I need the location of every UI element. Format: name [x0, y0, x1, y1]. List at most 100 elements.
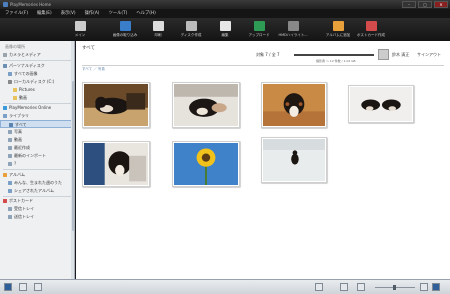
import-icon — [8, 154, 12, 158]
sidebar-item-label: アルバム — [9, 171, 25, 177]
zoom-slider[interactable] — [375, 285, 415, 290]
status-bar — [0, 279, 450, 294]
toolbar-album-add-button[interactable]: アルバムに追加 — [323, 20, 353, 38]
library-icon — [3, 114, 7, 118]
sidebar-item[interactable]: ローカルディスク (C:) — [0, 78, 74, 86]
thumbnail-large-button[interactable] — [420, 283, 428, 291]
sidebar-item[interactable]: すべて — [0, 120, 74, 128]
camera-icon — [3, 53, 7, 57]
sidebar-item[interactable]: ? — [0, 160, 74, 168]
sidebar-item-label: すべての画像 — [14, 70, 38, 76]
toolbar-upload-button[interactable]: アップロード — [244, 20, 274, 38]
minimize-button[interactable]: – — [402, 1, 416, 8]
edit-icon — [219, 21, 231, 31]
sidebar-item[interactable]: すべての画像 — [0, 70, 74, 78]
sidebar-item-label: 写真 — [14, 129, 22, 134]
toolbar-edit-button[interactable]: 編集 — [210, 20, 240, 38]
sidebar-item-label: ライブラリ — [9, 113, 29, 118]
sidebar-item[interactable]: 最近作成 — [0, 144, 74, 152]
sidebar-item[interactable]: ライブラリ — [0, 112, 74, 120]
sidebar-item[interactable]: PlayMemories Online — [0, 104, 74, 112]
view-calendar-button[interactable] — [34, 283, 42, 291]
info-button[interactable] — [357, 283, 365, 291]
sidebar-item[interactable]: 写真 — [0, 128, 74, 136]
print-icon — [152, 21, 164, 31]
toolbar-highlight-button[interactable]: HMDハイライト... — [278, 20, 308, 38]
signout-link[interactable]: サインアウト — [417, 52, 441, 58]
sidebar-item[interactable]: みんな、生まれた週のうた — [0, 179, 74, 187]
photo-thumbnail-7[interactable] — [261, 137, 327, 183]
library-summary: 撮影者 ～ 12 件数 / 1.02 GB — [316, 59, 356, 63]
photo-thumbnail-4[interactable] — [348, 85, 414, 123]
scrollbar-thumb[interactable] — [71, 81, 74, 231]
menu-action[interactable]: 操作(A) — [85, 9, 100, 18]
sidebar-separator — [3, 102, 71, 103]
close-button[interactable]: ✕ — [434, 1, 448, 8]
video-icon — [8, 138, 12, 142]
menu-view[interactable]: 表示(V) — [61, 9, 76, 18]
toolbar-postcard-button[interactable]: ポストカード作成 — [356, 20, 386, 38]
images-icon — [8, 71, 12, 76]
menu-file[interactable]: ファイル(F) — [5, 9, 28, 18]
window-title: PlayMemories Home — [10, 1, 51, 7]
sidebar: 画像の場所 カメラとメディアパーソナルディスク すべての画像ローカルディスク (C… — [0, 41, 75, 279]
photo-icon — [8, 130, 12, 134]
photo-thumbnail-2[interactable] — [172, 82, 240, 128]
pc-icon — [3, 63, 7, 68]
avatar[interactable] — [378, 49, 389, 60]
sidebar-item[interactable]: 動画 — [0, 136, 74, 144]
photo-thumbnail-3[interactable] — [261, 82, 327, 128]
item-count: 対象 7 / 全 7 — [256, 52, 280, 57]
slideshow-button[interactable] — [315, 283, 323, 291]
sidebar-item[interactable]: 受信トレイ — [0, 205, 74, 213]
sidebar-item-label: みんな、生まれた週のうた — [14, 179, 62, 185]
sidebar-heading: 画像の場所 — [5, 44, 25, 49]
sidebar-item-label: PlayMemories Online — [9, 105, 52, 110]
toolbar-main-button[interactable]: メイン — [65, 20, 95, 38]
menu-tools[interactable]: ツール(T) — [108, 9, 127, 18]
sidebar-item[interactable]: シェアされたアルバム — [0, 187, 74, 195]
sidebar-item[interactable]: Pictures — [0, 86, 74, 94]
sidebar-item[interactable]: パーソナルディスク — [0, 62, 74, 70]
sidebar-list: カメラとメディアパーソナルディスク すべての画像ローカルディスク (C:) Pict… — [0, 51, 74, 221]
sidebar-item-label: ? — [14, 161, 17, 166]
toolbar-disc-button[interactable]: ディスク作成 — [176, 20, 206, 38]
sidebar-item[interactable]: 送信トレイ — [0, 213, 74, 221]
breadcrumb[interactable]: すべて ／ 写真 — [82, 67, 105, 72]
sidebar-item[interactable]: ポストカード — [0, 197, 74, 205]
sidebar-separator — [3, 195, 71, 196]
rotate-button[interactable] — [340, 283, 348, 291]
sidebar-scrollbar[interactable] — [71, 41, 74, 279]
sidebar-item[interactable]: 動画 — [0, 94, 74, 102]
view-list-button[interactable] — [19, 283, 27, 291]
photo-thumbnail-5[interactable] — [82, 141, 150, 187]
postcard-icon — [365, 21, 377, 31]
toolbar-print-button[interactable]: 印刷 — [143, 20, 173, 38]
sidebar-item-label: カメラとメディア — [9, 52, 41, 57]
grid-icon — [9, 123, 13, 127]
view-grid-button[interactable] — [4, 283, 12, 291]
album-add-icon — [332, 21, 344, 31]
menu-edit[interactable]: 編集(E) — [37, 9, 52, 18]
inbox-icon — [8, 207, 12, 211]
sidebar-item[interactable]: アルバム — [0, 171, 74, 179]
outbox-icon — [8, 215, 12, 219]
maximize-button[interactable]: ▢ — [418, 1, 432, 8]
toolbar-import-button[interactable]: 画像の取り込み — [110, 20, 140, 38]
album-icon — [8, 180, 12, 185]
zoom-knob[interactable] — [393, 285, 396, 290]
sidebar-item-label: Pictures — [19, 86, 35, 92]
folder-icon — [13, 87, 17, 92]
sidebar-item-label: 動画 — [14, 137, 22, 142]
photo-thumbnail-1[interactable] — [82, 82, 150, 128]
recent-icon — [8, 146, 12, 150]
sidebar-item-label: 最新のインポート — [14, 153, 46, 158]
menu-bar: ファイル(F) 編集(E) 表示(V) 操作(A) ツール(T) ヘルプ(H) — [0, 9, 450, 18]
sidebar-item[interactable]: カメラとメディア — [0, 51, 74, 59]
thumbnail-small-button[interactable] — [432, 283, 440, 291]
timeline-slider[interactable] — [294, 54, 374, 56]
menu-help[interactable]: ヘルプ(H) — [136, 9, 155, 18]
photo-thumbnail-6[interactable] — [172, 141, 240, 187]
sidebar-item-label: シェアされたアルバム — [14, 187, 54, 193]
sidebar-item[interactable]: 最新のインポート — [0, 152, 74, 160]
